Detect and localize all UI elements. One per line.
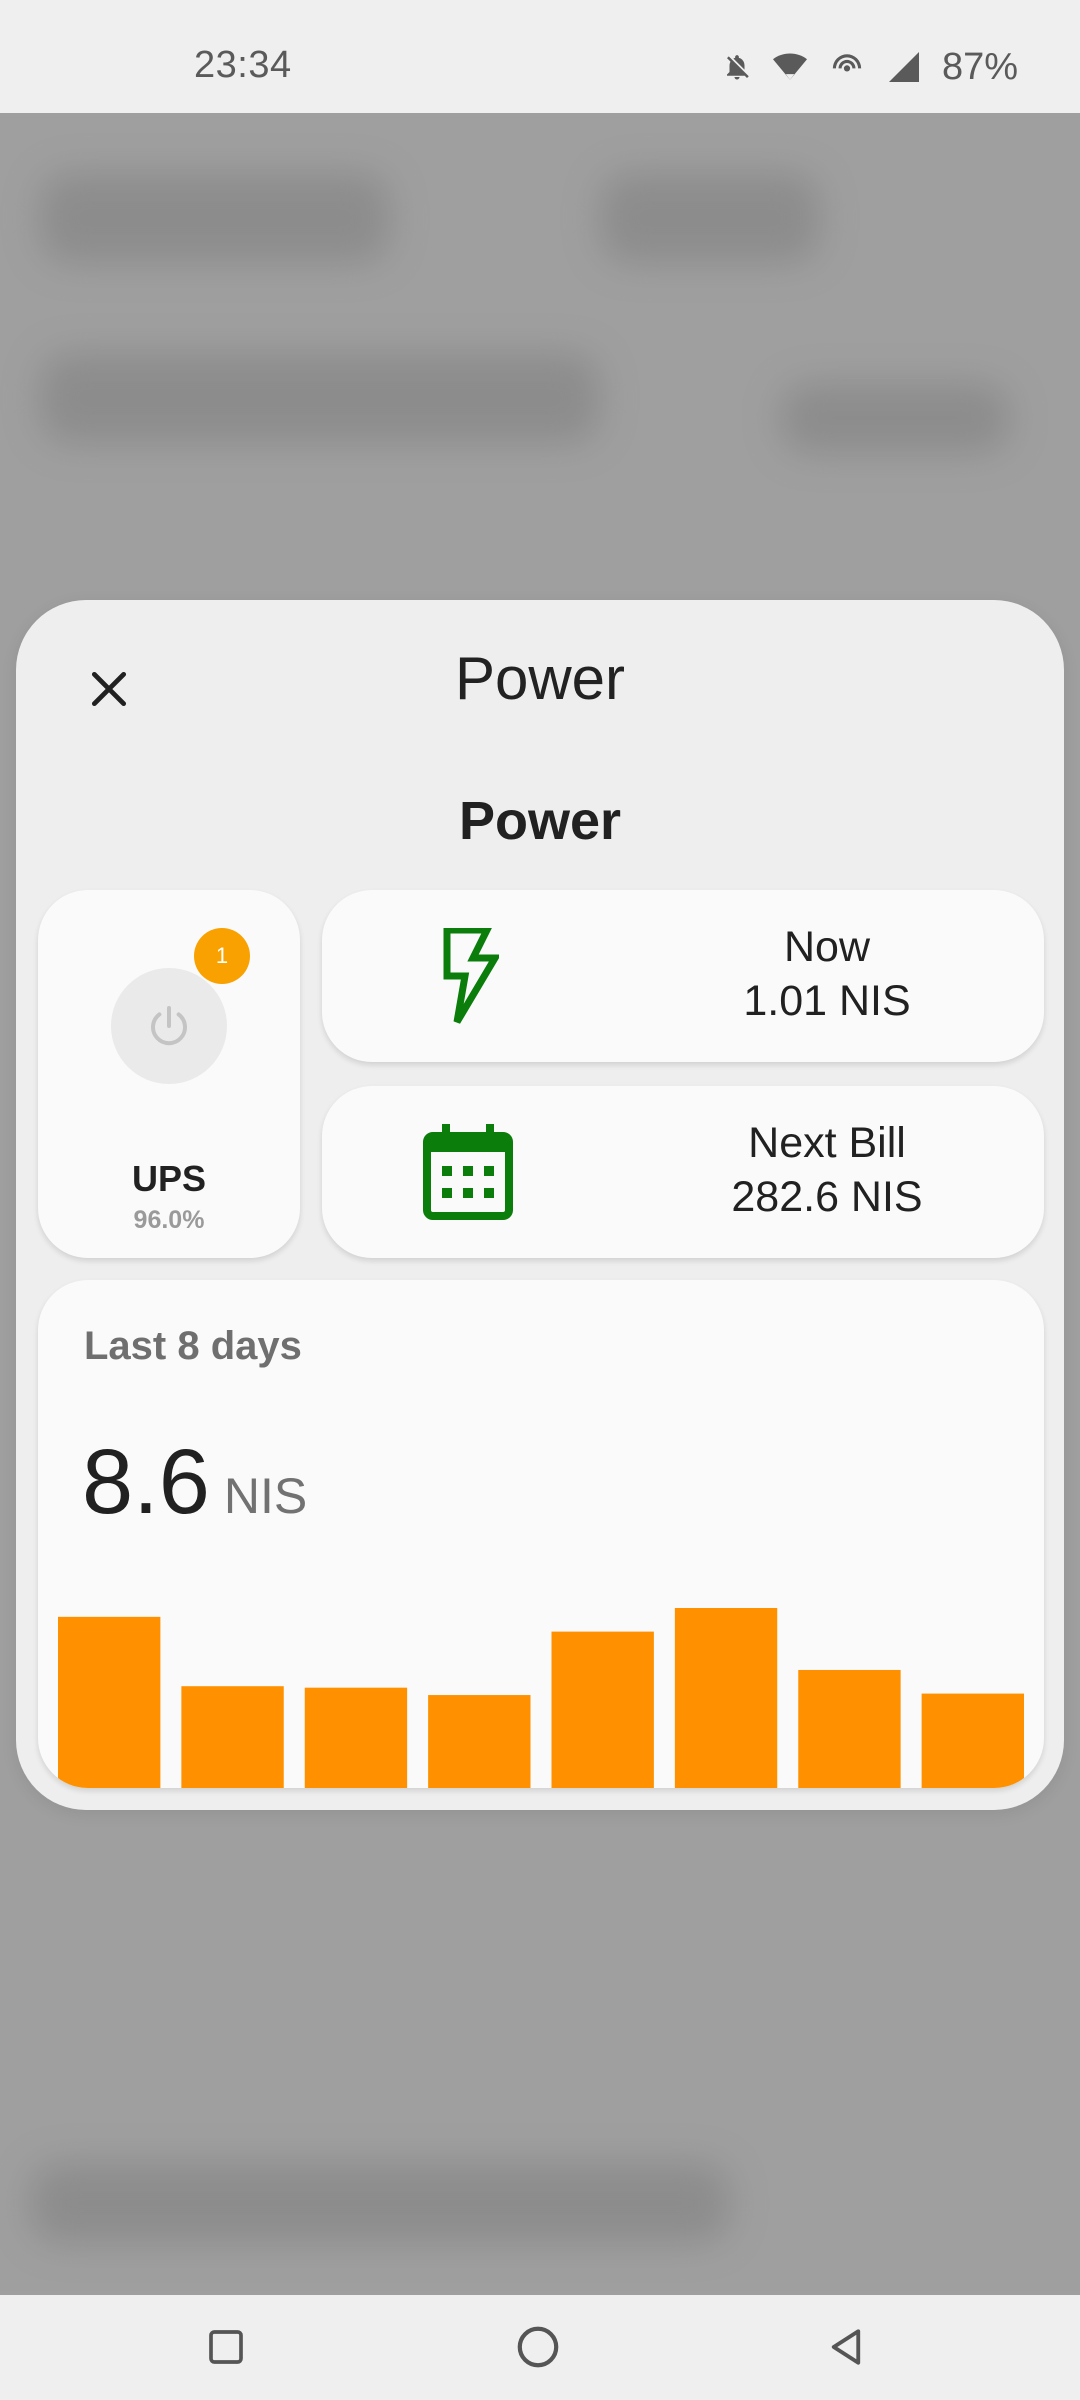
status-time: 23:34 xyxy=(194,44,292,86)
chart-bar xyxy=(798,1669,901,1788)
chart-bar xyxy=(551,1631,654,1788)
home-icon xyxy=(517,2326,559,2368)
signal-icon xyxy=(886,49,922,85)
next-bill-text: Next Bill 282.6 NIS xyxy=(682,1116,972,1224)
chart-bar xyxy=(304,1687,408,1788)
history-bar-chart xyxy=(58,1608,1024,1788)
wifi-icon xyxy=(772,50,808,84)
now-card[interactable]: Now 1.01 NIS xyxy=(322,890,1044,1062)
power-icon xyxy=(151,1006,187,1046)
chart-bar xyxy=(181,1686,284,1788)
back-button[interactable] xyxy=(816,2317,876,2377)
history-card[interactable]: Last 8 days 8.6 NIS xyxy=(38,1280,1044,1788)
chart-bar xyxy=(921,1693,1024,1788)
power-dialog: Power Power 1 UPS 96.0% Now 1.01 NIS Nex… xyxy=(16,600,1064,1810)
ups-value: 96.0% xyxy=(133,1206,205,1234)
history-total-unit: NIS xyxy=(223,1468,308,1524)
back-icon xyxy=(831,2329,861,2365)
next-bill-label: Next Bill xyxy=(748,1119,906,1167)
screen: 23:34 87% Power Power 1 UPS 96.0% Now 1.… xyxy=(0,0,1080,2400)
history-total-value: 8.6 xyxy=(82,1431,210,1533)
backdrop-shape xyxy=(780,383,1010,453)
battery-percent: 87% xyxy=(941,45,1018,88)
backdrop-shape xyxy=(30,2163,730,2243)
dialog-title: Power xyxy=(454,645,626,712)
section-title: Power xyxy=(458,791,622,851)
ups-badge: 1 xyxy=(194,928,250,984)
recents-button[interactable] xyxy=(196,2317,256,2377)
chart-bar xyxy=(674,1608,778,1788)
status-bar: 23:34 87% xyxy=(0,0,1080,113)
chart-bar xyxy=(58,1616,161,1788)
ups-card[interactable]: 1 UPS 96.0% xyxy=(38,890,300,1258)
backdrop-shape xyxy=(600,173,820,263)
now-value: 1.01 NIS xyxy=(743,977,911,1025)
backdrop-shape xyxy=(40,353,600,443)
backdrop-shape xyxy=(40,173,390,263)
navigation-bar xyxy=(0,2295,1080,2400)
calendar-icon xyxy=(418,1122,518,1222)
now-label: Now xyxy=(783,923,871,971)
next-bill-card[interactable]: Next Bill 282.6 NIS xyxy=(322,1086,1044,1258)
status-icons: 87% xyxy=(722,44,1018,90)
hotspot-icon xyxy=(828,50,866,84)
recents-icon xyxy=(209,2330,243,2364)
lightning-icon xyxy=(418,926,518,1026)
ups-name: UPS xyxy=(131,1158,207,1199)
chart-bar xyxy=(428,1695,531,1788)
next-bill-value: 282.6 NIS xyxy=(731,1173,923,1221)
history-total: 8.6 NIS xyxy=(82,1430,307,1535)
history-label: Last 8 days xyxy=(84,1324,302,1368)
home-button[interactable] xyxy=(508,2317,568,2377)
notifications-off-icon xyxy=(722,50,752,84)
now-text: Now 1.01 NIS xyxy=(682,920,972,1028)
ups-icon-circle xyxy=(111,968,227,1084)
